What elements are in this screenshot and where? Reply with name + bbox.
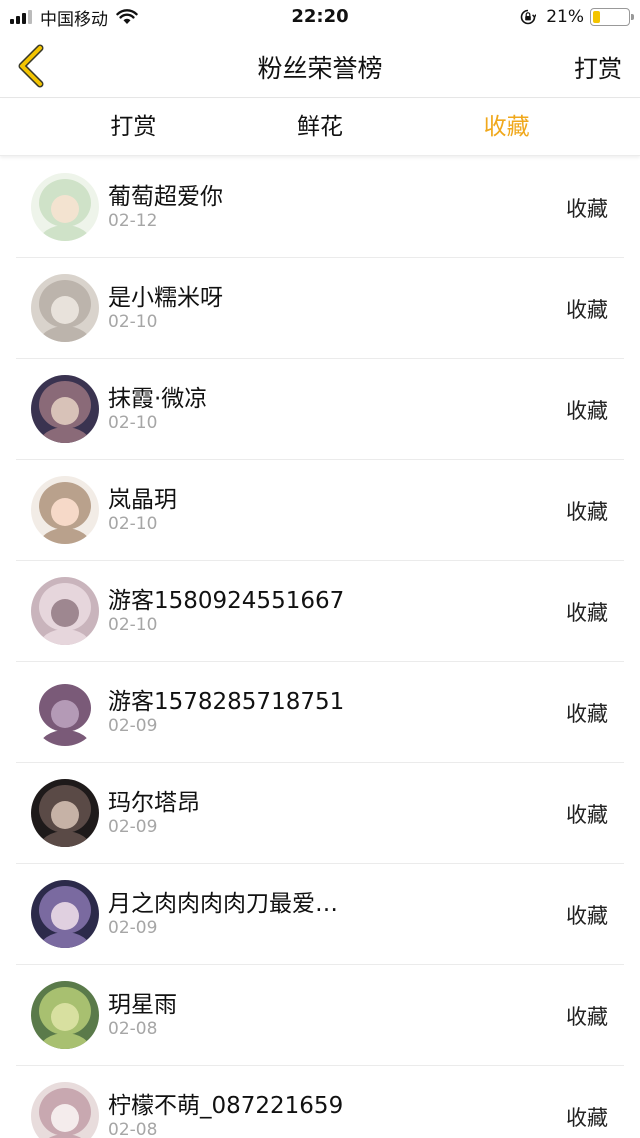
favorite-label: 收藏 (566, 197, 608, 221)
favorite-label: 收藏 (566, 601, 608, 625)
fan-name: 是小糯米呀 (108, 285, 223, 311)
fan-name: 月之肉肉肉肉刀最爱… (108, 891, 338, 917)
tab-bar: 打赏 鲜花 收藏 (0, 99, 640, 156)
list-item[interactable]: 月之肉肉肉肉刀最爱… 02-09 收藏 (16, 864, 624, 965)
rotation-lock-icon (520, 9, 537, 25)
fan-name: 游客1580924551667 (108, 588, 345, 614)
fan-date: 02-12 (108, 211, 158, 231)
avatar-image (31, 880, 99, 948)
fan-date: 02-09 (108, 918, 158, 938)
fan-name: 玥星雨 (108, 992, 177, 1018)
battery-fill (593, 11, 601, 23)
list-item[interactable]: 玥星雨 02-08 收藏 (16, 965, 624, 1066)
chevron-left-icon (18, 44, 44, 88)
back-button[interactable] (14, 42, 50, 90)
favorite-label: 收藏 (566, 904, 608, 928)
avatar-image (31, 375, 99, 443)
avatar-image (31, 173, 99, 241)
avatar-image (31, 779, 99, 847)
list-item[interactable]: 游客1578285718751 02-09 收藏 (16, 662, 624, 763)
tab-favorites[interactable]: 收藏 (413, 99, 640, 155)
fan-date: 02-08 (108, 1120, 158, 1138)
favorite-label: 收藏 (566, 702, 608, 726)
avatar[interactable] (31, 779, 99, 847)
avatar-image (31, 678, 99, 746)
status-right: 21% (520, 6, 634, 28)
avatar[interactable] (31, 274, 99, 342)
battery-percent: 21% (546, 7, 584, 27)
fan-date: 02-10 (108, 514, 158, 534)
fan-name: 柠檬不萌_087221659 (108, 1093, 344, 1119)
avatar[interactable] (31, 173, 99, 241)
avatar[interactable] (31, 375, 99, 443)
favorite-label: 收藏 (566, 1106, 608, 1130)
favorite-label: 收藏 (566, 1005, 608, 1029)
avatar[interactable] (31, 880, 99, 948)
reward-button[interactable]: 打赏 (574, 49, 622, 84)
list-item[interactable]: 岚晶玥 02-10 收藏 (16, 460, 624, 561)
fan-name: 葡萄超爱你 (108, 184, 223, 210)
wifi-icon (116, 9, 138, 24)
fan-date: 02-09 (108, 817, 158, 837)
signal-icon (10, 10, 34, 24)
fan-date: 02-09 (108, 716, 158, 736)
fan-list: 葡萄超爱你 02-12 收藏 是小糯米呀 02-10 收藏 抹霞·微凉 02-1… (0, 157, 640, 1138)
list-item[interactable]: 玛尔塔昂 02-09 收藏 (16, 763, 624, 864)
fan-date: 02-10 (108, 312, 158, 332)
avatar[interactable] (31, 1082, 99, 1138)
carrier-label: 中国移动 (40, 9, 108, 30)
battery-icon (590, 8, 634, 26)
favorite-label: 收藏 (566, 399, 608, 423)
list-item[interactable]: 柠檬不萌_087221659 02-08 收藏 (16, 1066, 624, 1138)
avatar[interactable] (31, 981, 99, 1049)
fan-date: 02-08 (108, 1019, 158, 1039)
fan-name: 抹霞·微凉 (108, 386, 208, 412)
avatar[interactable] (31, 678, 99, 746)
nav-bar: 粉丝荣誉榜 打赏 (0, 34, 640, 98)
favorite-label: 收藏 (566, 803, 608, 827)
avatar-image (31, 981, 99, 1049)
favorite-label: 收藏 (566, 500, 608, 524)
list-item[interactable]: 是小糯米呀 02-10 收藏 (16, 258, 624, 359)
fan-name: 游客1578285718751 (108, 689, 345, 715)
fan-date: 02-10 (108, 413, 158, 433)
list-item[interactable]: 葡萄超爱你 02-12 收藏 (16, 157, 624, 258)
avatar-image (31, 577, 99, 645)
avatar[interactable] (31, 577, 99, 645)
fan-date: 02-10 (108, 615, 158, 635)
avatar-image (31, 476, 99, 544)
status-bar: 中国移动 22:20 21% (0, 0, 640, 34)
favorite-label: 收藏 (566, 298, 608, 322)
fan-name: 岚晶玥 (108, 487, 177, 513)
tab-reward[interactable]: 打赏 (0, 99, 227, 155)
fan-name: 玛尔塔昂 (108, 790, 200, 816)
tab-flowers[interactable]: 鲜花 (227, 99, 414, 155)
list-item[interactable]: 游客1580924551667 02-10 收藏 (16, 561, 624, 662)
page-title: 粉丝荣誉榜 (257, 54, 383, 83)
avatar-image (31, 274, 99, 342)
avatar[interactable] (31, 476, 99, 544)
list-item[interactable]: 抹霞·微凉 02-10 收藏 (16, 359, 624, 460)
avatar-image (31, 1082, 99, 1138)
status-left: 中国移动 (10, 6, 138, 30)
